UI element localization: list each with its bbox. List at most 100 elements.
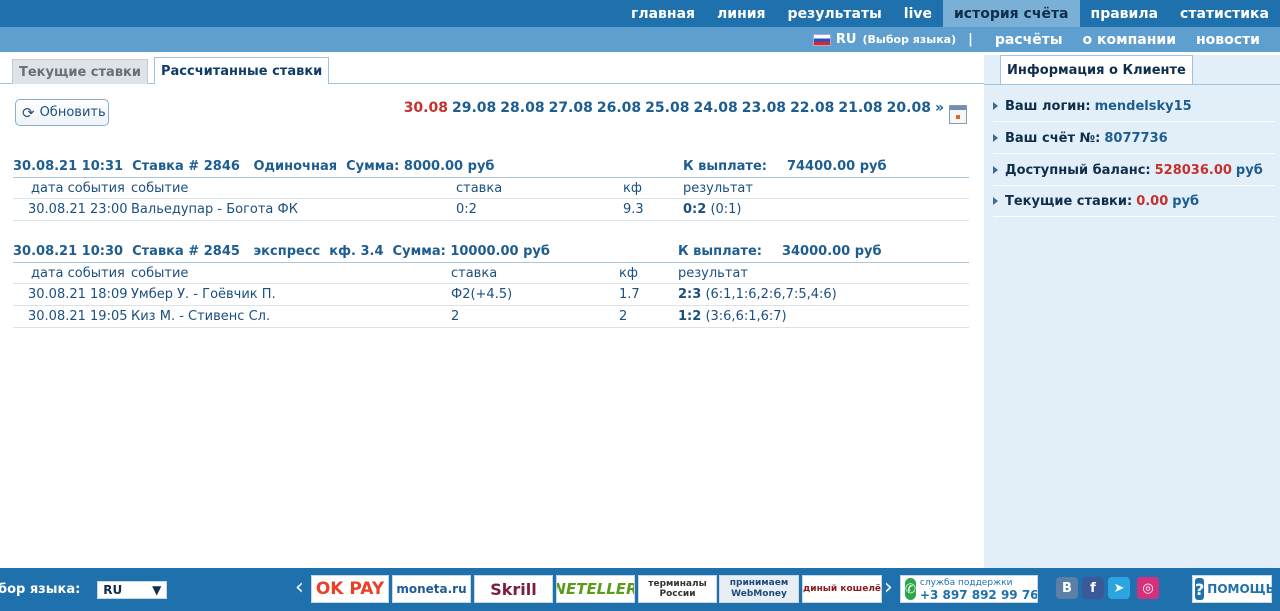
- date-link[interactable]: 23.08: [742, 100, 786, 116]
- footer-language-value: RU: [103, 582, 123, 597]
- date-link[interactable]: 24.08: [693, 100, 737, 116]
- coef-value: 2: [619, 309, 628, 324]
- help-button[interactable]: ? ПОМОЩЬ: [1192, 575, 1275, 603]
- webmoney-label: принимаем WebMoney: [729, 578, 789, 599]
- nav-home[interactable]: главная: [620, 0, 706, 27]
- refresh-button[interactable]: ⟳ Обновить: [15, 99, 109, 126]
- refresh-label: Обновить: [39, 105, 106, 120]
- nav-account-history[interactable]: история счёта: [943, 0, 1080, 27]
- stake-value: 2: [451, 309, 460, 324]
- support-contact[interactable]: ✆ служба поддержки +3 897 892 99 76: [900, 575, 1038, 603]
- chevron-left-icon[interactable]: ‹: [295, 577, 304, 599]
- date-link[interactable]: 30.08: [404, 100, 448, 116]
- sub-nav-bar: RU (Выбор языка) | расчёты о компании но…: [0, 27, 1280, 52]
- date-filter: 30.08 29.08 28.08 27.08 26.08 25.08 24.0…: [400, 100, 944, 116]
- event-date: 30.08.21 23:00: [28, 202, 128, 217]
- result-detail: (6:1,1:6,2:6,7:5,4:6): [705, 287, 837, 302]
- arrow-right-icon: [993, 134, 998, 142]
- nav-line[interactable]: линия: [706, 0, 777, 27]
- date-link[interactable]: 22.08: [790, 100, 834, 116]
- skrill-label: Skrill: [490, 579, 537, 599]
- stake-value: 0:2: [456, 202, 477, 217]
- result-value: 0:2 (0:1): [683, 202, 742, 217]
- col-result: результат: [678, 266, 748, 281]
- current-bets-currency: руб: [1172, 193, 1200, 209]
- language-selector[interactable]: RU (Выбор языка): [812, 32, 957, 47]
- col-stake: ставка: [451, 266, 498, 281]
- date-link[interactable]: 21.08: [838, 100, 882, 116]
- nav-news[interactable]: новости: [1196, 32, 1260, 48]
- bet-header: 30.08.21 10:31 Ставка # 2846 Одиночная С…: [13, 159, 969, 177]
- language-choose-label: (Выбор языка): [862, 33, 957, 46]
- nav-statistics[interactable]: статистика: [1169, 0, 1280, 27]
- telegram-icon[interactable]: ➤: [1108, 577, 1130, 599]
- footer-language-label: бор языка:: [0, 582, 81, 597]
- login-value: mendelsky15: [1094, 98, 1192, 114]
- login-label: Ваш логин:: [1005, 98, 1091, 114]
- calendar-icon[interactable]: [949, 105, 967, 124]
- current-bets-value: 0.00: [1136, 193, 1169, 209]
- facebook-icon[interactable]: f: [1082, 577, 1104, 599]
- event-name: Вальедупар - Богота ФК: [131, 202, 298, 217]
- result-value: 1:2 (3:6,6:1,6:7): [678, 309, 787, 324]
- language-code: RU: [835, 32, 857, 47]
- client-info-tab[interactable]: Информация о Клиенте: [1000, 55, 1193, 84]
- tab-settled-bets[interactable]: Рассчитанные ставки: [153, 57, 330, 84]
- current-bets-label: Текущие ставки:: [1005, 193, 1133, 209]
- terminals-label: терминалы России: [648, 579, 707, 599]
- date-link[interactable]: 25.08: [645, 100, 689, 116]
- more-dates-link[interactable]: »: [935, 100, 944, 116]
- date-link[interactable]: 28.08: [500, 100, 544, 116]
- payout-value: 34000.00 руб: [781, 244, 882, 259]
- webmoney-logo: принимаем WebMoney: [719, 575, 799, 603]
- chevron-right-icon[interactable]: ›: [884, 577, 893, 599]
- result-score: 1:2: [678, 309, 702, 324]
- event-name: Киз М. - Стивенс Сл.: [131, 309, 271, 324]
- instagram-icon[interactable]: ◎: [1137, 577, 1159, 599]
- col-result: результат: [683, 181, 753, 196]
- table-header-row: дата события событие ставка кф результат: [13, 262, 969, 284]
- result-score: 0:2: [683, 202, 707, 217]
- nav-live[interactable]: live: [893, 0, 943, 27]
- col-date: дата события: [31, 181, 125, 196]
- footer-language-select[interactable]: RU ▼: [97, 580, 168, 599]
- tab-current-bets[interactable]: Текущие ставки: [12, 59, 148, 84]
- balance-label: Доступный баланс:: [1005, 162, 1151, 178]
- help-icon: ?: [1195, 578, 1205, 600]
- date-link[interactable]: 27.08: [549, 100, 593, 116]
- client-login: Ваш логин: mendelsky15: [993, 91, 1275, 122]
- nav-results[interactable]: результаты: [777, 0, 893, 27]
- vk-icon[interactable]: В: [1056, 577, 1078, 599]
- arrow-right-icon: [993, 102, 998, 110]
- date-link[interactable]: 20.08: [887, 100, 931, 116]
- nav-separator: |: [968, 32, 973, 47]
- date-link[interactable]: 29.08: [452, 100, 496, 116]
- neteller-logo: NETELLER: [556, 575, 635, 603]
- russia-flag-icon: [812, 33, 831, 46]
- bet-block: 30.08.21 10:31 Ставка # 2846 Одиночная С…: [13, 159, 969, 221]
- event-date: 30.08.21 18:09: [28, 287, 128, 302]
- col-coef: кф: [619, 266, 638, 281]
- table-row: 30.08.21 18:09 Умбер У. - Гоёвчик П. Ф2(…: [13, 284, 969, 306]
- skrill-logo: Skrill: [474, 575, 553, 603]
- okpay-logo: OK PAY: [311, 575, 389, 603]
- coef-value: 1.7: [619, 287, 640, 302]
- coef-value: 9.3: [623, 202, 644, 217]
- date-link[interactable]: 26.08: [597, 100, 641, 116]
- account-label: Ваш счёт №:: [1005, 130, 1101, 146]
- footer-language: бор языка: RU ▼: [0, 568, 168, 611]
- col-event: событие: [131, 266, 189, 281]
- nav-about[interactable]: о компании: [1083, 32, 1176, 48]
- support-phone: +3 897 892 99 76: [919, 588, 1038, 602]
- bet-summary: 30.08.21 10:30 Ставка # 2845 экспресс кф…: [13, 244, 550, 259]
- payout-label: К выплате:: [683, 159, 767, 174]
- result-detail: (3:6,6:1,6:7): [705, 309, 787, 324]
- event-name: Умбер У. - Гоёвчик П.: [131, 287, 276, 302]
- arrow-right-icon: [993, 166, 998, 174]
- result-detail: (0:1): [710, 202, 742, 217]
- col-date: дата события: [31, 266, 125, 281]
- okpay-label: OK PAY: [315, 579, 385, 599]
- client-balance: Доступный баланс: 528036.00 руб: [993, 155, 1275, 186]
- nav-settlements[interactable]: расчёты: [995, 32, 1063, 48]
- nav-rules[interactable]: правила: [1080, 0, 1170, 27]
